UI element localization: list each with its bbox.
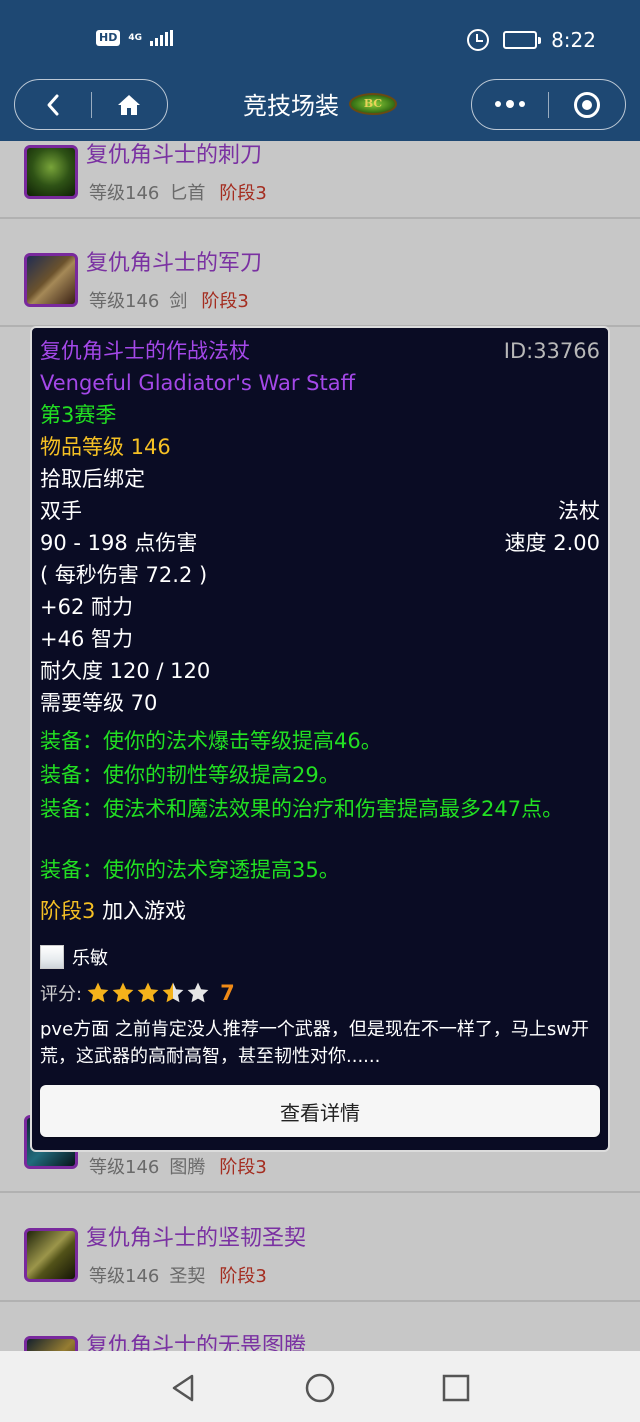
recents-nav-icon[interactable] xyxy=(439,1371,473,1405)
author-name: 乐敏 xyxy=(72,948,108,969)
item-level: 物品等级 146 xyxy=(40,435,171,459)
item-damage: 90 - 198 点伤害 xyxy=(40,531,198,555)
review-author: 乐敏 xyxy=(40,944,108,970)
equip-effect: 装备：使你的韧性等级提高29。 xyxy=(40,763,340,787)
item-durability: 耐久度 120 / 120 xyxy=(40,659,211,683)
item-name-cn: 复仇角斗士的作战法杖 xyxy=(40,339,250,363)
stage-text: 加入游戏 xyxy=(102,899,187,923)
item-intellect: +46 智力 xyxy=(40,627,133,651)
status-bar: HD 4G 8:22 xyxy=(0,0,640,80)
alarm-icon xyxy=(467,29,490,51)
star-icon xyxy=(187,982,209,1003)
rating-row: 评分: 7 xyxy=(40,980,235,1006)
rating-stars xyxy=(86,981,210,1005)
item-name-en: Vengeful Gladiator's War Staff xyxy=(40,371,356,395)
more-dots-icon xyxy=(495,100,525,108)
stage-label: 阶段3 xyxy=(40,899,96,923)
network-type: 4G xyxy=(128,32,142,43)
clock: 8:22 xyxy=(551,28,596,52)
app-header: HD 4G 8:22 竞技场装 BC xyxy=(0,0,640,141)
item-required-level: 需要等级 70 xyxy=(40,691,158,715)
item-stage-row: 阶段3 加入游戏 xyxy=(40,896,600,926)
equip-effect: 装备：使你的法术爆击等级提高46。 xyxy=(40,729,382,753)
star-icon xyxy=(112,982,134,1003)
rating-score: 7 xyxy=(220,981,235,1005)
item-bind: 拾取后绑定 xyxy=(40,467,145,491)
item-tooltip: 复仇角斗士的作战法杖 ID:33766 Vengeful Gladiator's… xyxy=(30,326,610,1152)
item-speed: 速度 2.00 xyxy=(504,531,600,555)
tooltip-header-row: 复仇角斗士的作战法杖 ID:33766 xyxy=(40,336,600,366)
item-season: 第3赛季 xyxy=(40,403,117,427)
burning-crusade-logo: BC xyxy=(349,92,397,115)
view-details-button[interactable]: 查看详情 xyxy=(40,1085,600,1137)
star-icon xyxy=(87,982,109,1003)
back-nav-icon[interactable] xyxy=(166,1371,200,1405)
item-id: ID:33766 xyxy=(503,339,600,363)
star-icon xyxy=(137,982,159,1003)
star-icon xyxy=(162,982,184,1003)
status-left: HD 4G xyxy=(96,30,173,46)
target-icon xyxy=(574,91,600,118)
rating-label: 评分: xyxy=(40,984,83,1005)
battery-icon xyxy=(503,31,542,49)
mini-program-capsule xyxy=(471,79,626,130)
hd-badge: HD xyxy=(96,30,121,46)
item-slot-row: 双手 法杖 xyxy=(40,496,600,526)
signal-icon xyxy=(150,30,173,46)
equip-effect: 装备：使法术和魔法效果的治疗和伤害提高最多247点。 xyxy=(40,797,564,821)
page-title-text: 竞技场装 xyxy=(243,92,339,120)
item-damage-row: 90 - 198 点伤害 速度 2.00 xyxy=(40,528,600,558)
item-stamina: +62 耐力 xyxy=(40,595,133,619)
avatar xyxy=(40,945,64,969)
home-nav-icon[interactable] xyxy=(303,1371,337,1405)
more-button[interactable] xyxy=(472,80,548,129)
equip-effect: 装备：使你的法术穿透提高35。 xyxy=(40,858,340,882)
item-dps: ( 每秒伤害 72.2 ) xyxy=(40,563,208,587)
review-text: pve方面 之前肯定没人推荐一个武器，但是现在不一样了，马上sw开荒，这武器的高… xyxy=(40,1019,589,1067)
close-miniprogram-button[interactable] xyxy=(549,80,625,129)
item-weapon-type: 法杖 xyxy=(558,499,600,523)
status-right: 8:22 xyxy=(467,28,596,52)
system-nav-bar xyxy=(0,1351,640,1422)
item-slot: 双手 xyxy=(40,499,82,523)
